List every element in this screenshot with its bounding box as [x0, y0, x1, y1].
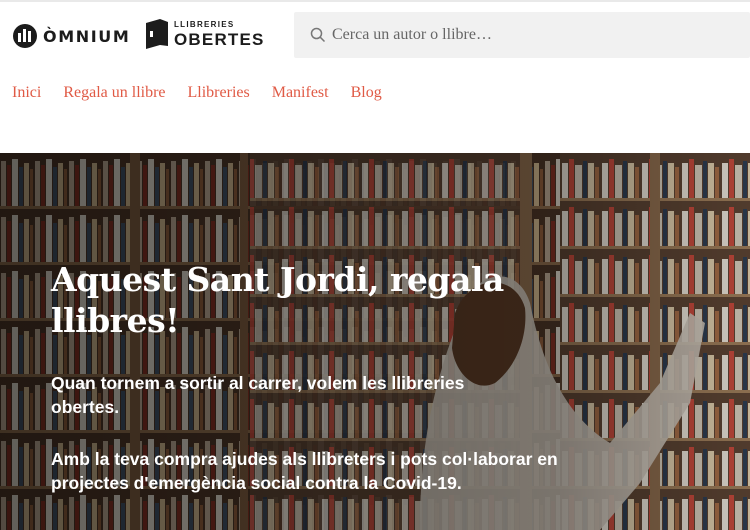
llibreries-logo-text: LLIBRERIES: [174, 19, 235, 29]
nav-item-manifest[interactable]: Manifest: [272, 84, 329, 108]
hero-banner: Aquest Sant Jordi, regala llibres! Quan …: [0, 153, 750, 530]
open-book-logo-icon: [146, 19, 168, 49]
omnium-logo-text: ÒMNIUM: [43, 26, 131, 46]
search-icon[interactable]: [310, 27, 326, 43]
main-nav: Inici Regala un llibre Llibreries Manife…: [0, 84, 392, 108]
hero-title: Aquest Sant Jordi, regala llibres!: [51, 260, 504, 340]
hero-paragraph-2: Amb la teva compra ajudes als llibreters…: [51, 449, 558, 493]
nav-item-inici[interactable]: Inici: [12, 84, 41, 108]
omnium-logo[interactable]: ÒMNIUM: [13, 24, 130, 48]
search-input[interactable]: [332, 12, 732, 58]
nav-item-blog[interactable]: Blog: [351, 84, 382, 108]
llibreries-obertes-logo[interactable]: LLIBRERIES OBERTES: [146, 19, 265, 49]
nav-item-regala-un-llibre[interactable]: Regala un llibre: [63, 84, 165, 108]
site-header: ÒMNIUM LLIBRERIES OBERTES: [0, 2, 750, 67]
omnium-logo-icon: [13, 24, 37, 48]
hero-paragraph-1: Quan tornem a sortir al carrer, volem le…: [51, 373, 465, 417]
nav-item-llibreries[interactable]: Llibreries: [188, 84, 250, 108]
search-box[interactable]: [294, 12, 750, 58]
obertes-logo-text: OBERTES: [174, 29, 265, 49]
